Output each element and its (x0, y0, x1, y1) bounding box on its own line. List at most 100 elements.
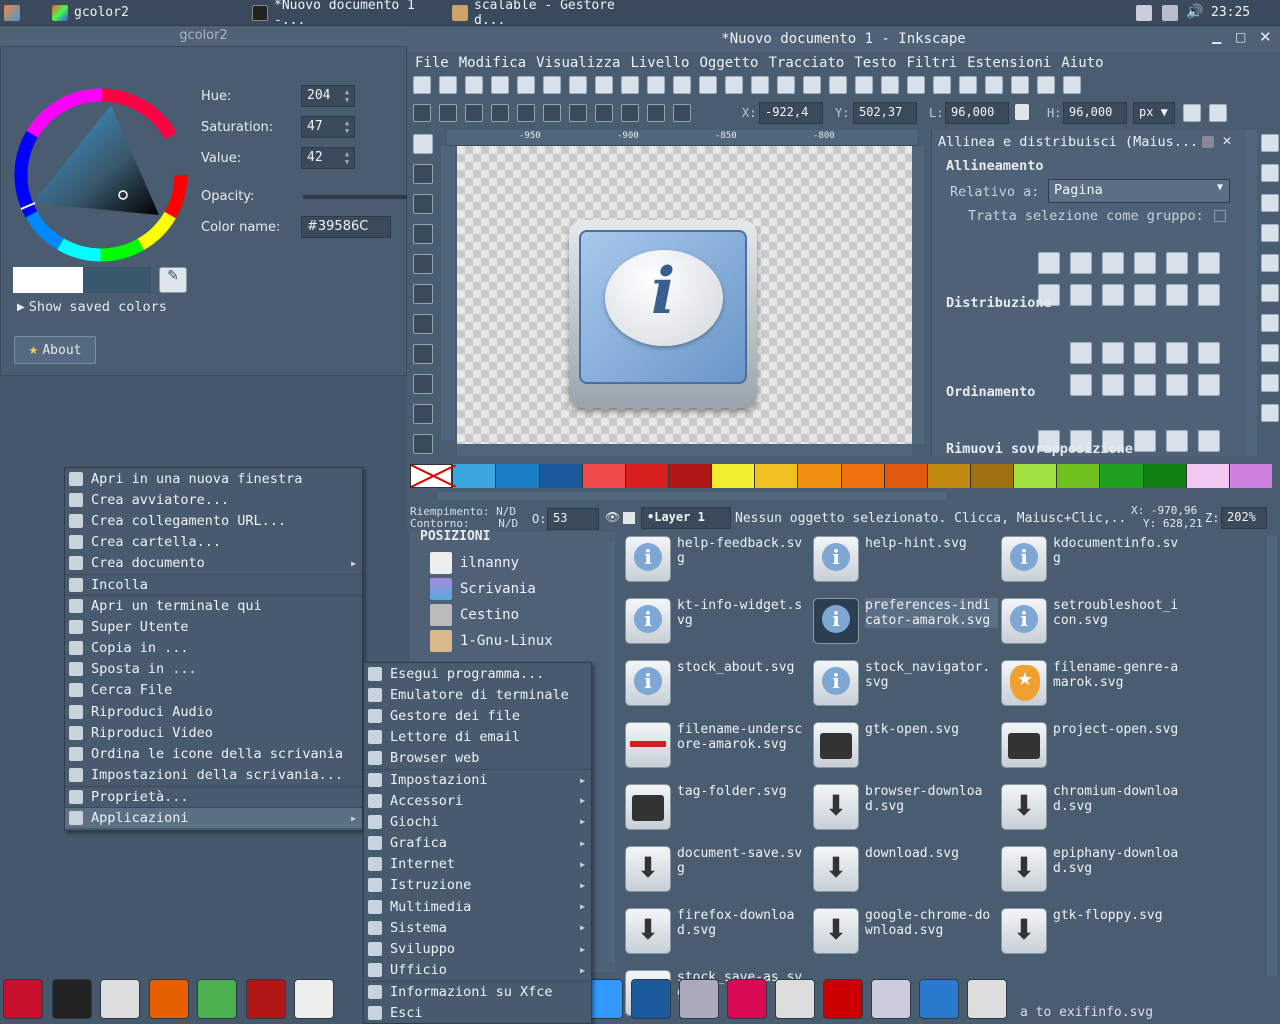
lock-icon[interactable] (1015, 104, 1029, 120)
align-top-icon[interactable] (1070, 284, 1092, 306)
palette-scrollbar[interactable] (437, 492, 947, 500)
menu-estensioni[interactable]: Estensioni (967, 55, 1051, 71)
menu-visualizza[interactable]: Visualizza (536, 55, 620, 71)
chrome-icon[interactable] (197, 979, 237, 1019)
file-item[interactable]: setroubleshoot_icon.svg (1001, 598, 1186, 644)
app-menu-icon[interactable] (4, 4, 20, 21)
context-menu-item[interactable]: Impostazioni della scrivania... (65, 765, 362, 786)
volume-icon[interactable]: 🔊 (1186, 4, 1203, 20)
palette-swatch[interactable] (754, 464, 798, 488)
apps-menu-item[interactable]: Multimedia ▶ (364, 896, 591, 917)
import-icon[interactable] (517, 76, 535, 94)
context-menu-item[interactable]: Sposta in ... (65, 659, 362, 680)
graph-layout-icon[interactable] (1166, 430, 1188, 452)
align-left-anchor-icon[interactable] (1166, 252, 1188, 274)
snap-option-6-icon[interactable] (1261, 284, 1279, 302)
context-menu-item[interactable]: Copia in ... (65, 638, 362, 659)
file-item[interactable]: gtk-floppy.svg (1001, 908, 1186, 954)
hue-spin[interactable]: 204 ▲ ▼ (301, 85, 355, 107)
measure-tool-icon[interactable] (413, 254, 433, 274)
panel-menu-icon[interactable] (1202, 136, 1214, 148)
deselect-icon[interactable] (465, 104, 483, 122)
align-right-anchor-icon[interactable] (1038, 252, 1060, 274)
file-item[interactable]: chromium-download.svg (1001, 784, 1186, 830)
flip-h-icon[interactable] (543, 104, 561, 122)
file-item[interactable]: browser-download.svg (813, 784, 998, 830)
apps-menu-item[interactable]: Giochi ▶ (364, 811, 591, 832)
snap-option-2-icon[interactable] (1261, 164, 1279, 182)
virtualbox-icon[interactable] (631, 979, 671, 1019)
file-manager-icon[interactable] (100, 979, 140, 1019)
context-menu-item[interactable]: Crea avviatore... (65, 489, 362, 510)
align-left-icon[interactable] (1070, 252, 1092, 274)
palette-swatch[interactable] (668, 464, 712, 488)
dist-gaps-h-icon[interactable] (1166, 342, 1188, 364)
palette-swatch[interactable] (1142, 464, 1186, 488)
calculator-icon[interactable] (679, 979, 719, 1019)
file-item[interactable]: ★ filename-genre-amarok.svg (1001, 660, 1186, 706)
w-field[interactable]: 96,000 (945, 102, 1009, 124)
context-menu-item[interactable]: Incolla (65, 573, 362, 595)
transform-icon[interactable] (1063, 76, 1081, 94)
place-home[interactable]: ilnanny (430, 550, 553, 576)
context-menu-item[interactable]: Proprietà... (65, 785, 362, 807)
dist-bottom-icon[interactable] (1134, 374, 1156, 396)
align-icon[interactable] (985, 76, 1003, 94)
no-paint-swatch[interactable] (410, 464, 456, 488)
palette-swatch[interactable] (538, 464, 582, 488)
firefox-icon[interactable] (149, 979, 189, 1019)
group-icon[interactable] (855, 76, 873, 94)
rectangle-tool-icon[interactable] (413, 284, 433, 304)
remove-overlaps-icon[interactable] (1198, 374, 1220, 396)
palette-swatch[interactable] (1013, 464, 1057, 488)
snap-option-5-icon[interactable] (1261, 254, 1279, 272)
context-menu-item[interactable]: Applicazioni ▶ (65, 807, 362, 829)
file-item[interactable]: stock_navigator.svg (813, 660, 998, 706)
file-item[interactable]: gtk-open.svg (813, 722, 998, 768)
cut-icon[interactable] (647, 76, 665, 94)
select-all-icon[interactable] (413, 104, 431, 122)
menu-livello[interactable]: Livello (630, 55, 689, 71)
place-gnu-linux[interactable]: 1-Gnu-Linux (430, 628, 553, 654)
apps-menu-item[interactable]: Grafica ▶ (364, 833, 591, 854)
context-menu-item[interactable]: Riproduci Audio (65, 701, 362, 722)
palette-swatch[interactable] (840, 464, 884, 488)
apps-menu-item[interactable]: Esci (364, 1002, 591, 1023)
ungroup-icon[interactable] (881, 76, 899, 94)
raise-icon[interactable] (621, 104, 639, 122)
palette-swatch[interactable] (452, 464, 496, 488)
node-tool-icon[interactable] (413, 164, 433, 184)
clone-icon[interactable] (803, 76, 821, 94)
apps-menu-item[interactable]: Browser web (364, 748, 591, 769)
palette-swatch[interactable] (581, 464, 625, 488)
selector-tool-icon[interactable] (413, 134, 433, 154)
palette-swatch[interactable] (495, 464, 539, 488)
nodes-align-icon[interactable] (1198, 430, 1220, 452)
iso-icon[interactable] (871, 979, 911, 1019)
rotate-ccw-icon[interactable] (491, 104, 509, 122)
palette-swatch[interactable] (797, 464, 841, 488)
y-field[interactable]: 502,37 (853, 102, 917, 124)
context-menu-item[interactable]: Ordina le icone della scrivania (65, 743, 362, 764)
dist-center-v-icon[interactable] (1102, 374, 1124, 396)
file-item[interactable]: epiphany-download.svg (1001, 846, 1186, 892)
palette-swatch[interactable] (624, 464, 669, 488)
palette-swatch[interactable] (1185, 464, 1229, 488)
3dbox-tool-icon[interactable] (413, 314, 433, 334)
dist-left-icon[interactable] (1070, 342, 1092, 364)
canvas[interactable]: i (457, 146, 912, 444)
dd-icon[interactable] (775, 979, 815, 1019)
palette-swatch[interactable] (1099, 464, 1143, 488)
center-horizontal-icon[interactable] (1102, 284, 1124, 306)
context-menu-item[interactable]: Crea cartella... (65, 532, 362, 553)
dist-center-h-icon[interactable] (1102, 342, 1124, 364)
value-spin[interactable]: 42 ▲ ▼ (301, 147, 355, 169)
task-gcolor2[interactable]: gcolor2 (46, 0, 246, 26)
apps-menu-item[interactable]: Impostazioni ▶ (364, 768, 591, 790)
center-vertical-icon[interactable] (1102, 252, 1124, 274)
new-icon[interactable] (413, 76, 431, 94)
context-menu-item[interactable]: Crea collegamento URL... (65, 510, 362, 531)
context-menu-item[interactable]: Super Utente (65, 616, 362, 637)
apps-menu-item[interactable]: Lettore di email (364, 727, 591, 748)
context-menu-item[interactable]: Cerca File (65, 680, 362, 701)
